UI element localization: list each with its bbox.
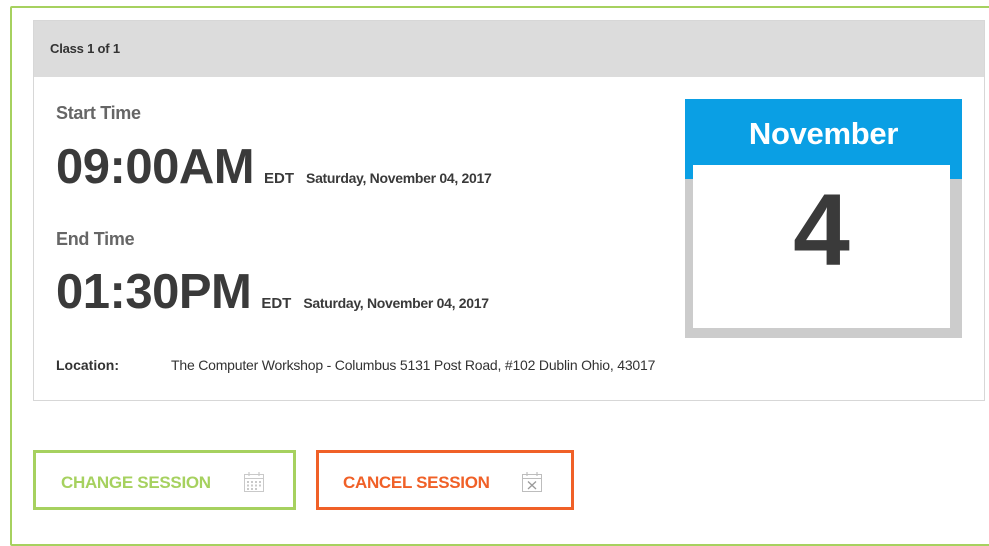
cancel-session-button[interactable]: CANCEL SESSION [316,450,574,510]
calendar-face: 4 [693,165,950,328]
end-time-label: End Time [56,229,135,249]
end-timezone: EDT [261,295,292,312]
start-time-row: 09:00AM EDT Saturday, November 04, 2017 [56,140,492,194]
start-date: Saturday, November 04, 2017 [306,170,492,186]
cancel-session-label: CANCEL SESSION [343,473,490,492]
start-time-label: Start Time [56,103,141,123]
start-timezone: EDT [264,170,295,187]
location-label: Location: [56,357,119,373]
class-count: Class 1 of 1 [50,41,120,56]
class-card-header: Class 1 of 1 [34,21,984,77]
change-session-label: CHANGE SESSION [61,473,211,492]
calendar-day: 4 [793,173,850,287]
start-time-value: 09:00AM [56,140,255,194]
location-row: Location: The Computer Workshop - Columbu… [56,357,655,373]
class-card: Class 1 of 1 Start Time 09:00AM EDT Saturd… [33,20,985,401]
change-session-button[interactable]: CHANGE SESSION [33,450,296,510]
end-date: Saturday, November 04, 2017 [303,295,489,311]
calendar-widget: November 4 [685,99,962,338]
calendar-icon [242,470,266,494]
end-time-value: 01:30PM [56,265,252,319]
location-value: The Computer Workshop - Columbus 5131 Po… [171,357,656,373]
end-time-row: 01:30PM EDT Saturday, November 04, 2017 [56,268,489,317]
calendar-cancel-icon [520,470,544,494]
